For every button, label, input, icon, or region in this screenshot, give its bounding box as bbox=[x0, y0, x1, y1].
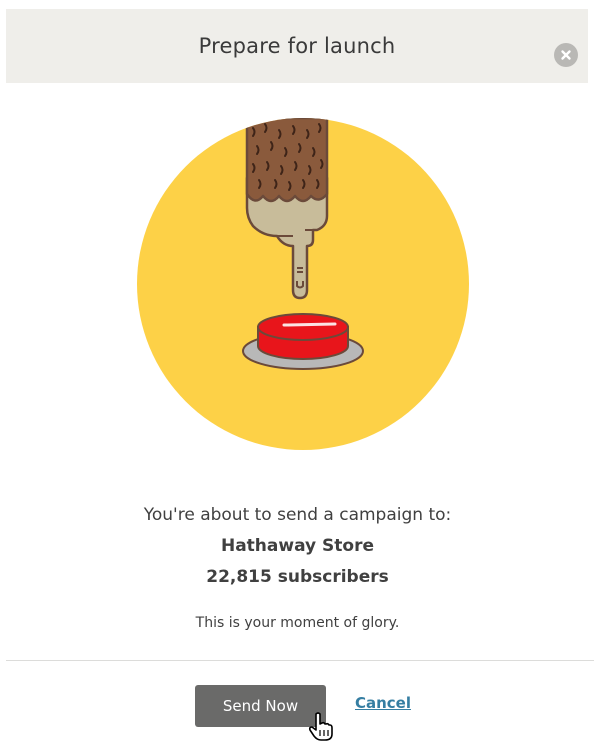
finger-pressing-red-button-icon bbox=[137, 118, 469, 450]
send-now-button[interactable]: Send Now bbox=[195, 685, 326, 727]
dialog-header: Prepare for launch bbox=[6, 9, 588, 83]
cancel-link[interactable]: Cancel bbox=[350, 694, 416, 712]
tagline-text: This is your moment of glory. bbox=[195, 615, 400, 631]
close-icon bbox=[561, 50, 571, 60]
dialog-title: Prepare for launch bbox=[198, 34, 396, 58]
campaign-intro-text: You're about to send a campaign to: bbox=[143, 505, 452, 525]
subscriber-count: 22,815 subscribers bbox=[206, 567, 389, 587]
hand-pointer-cursor-icon bbox=[308, 712, 333, 741]
footer-divider bbox=[6, 660, 594, 661]
close-button[interactable] bbox=[554, 43, 578, 67]
launch-dialog: Prepare for launch You're about to send … bbox=[0, 0, 595, 744]
list-name: Hathaway Store bbox=[220, 536, 375, 556]
